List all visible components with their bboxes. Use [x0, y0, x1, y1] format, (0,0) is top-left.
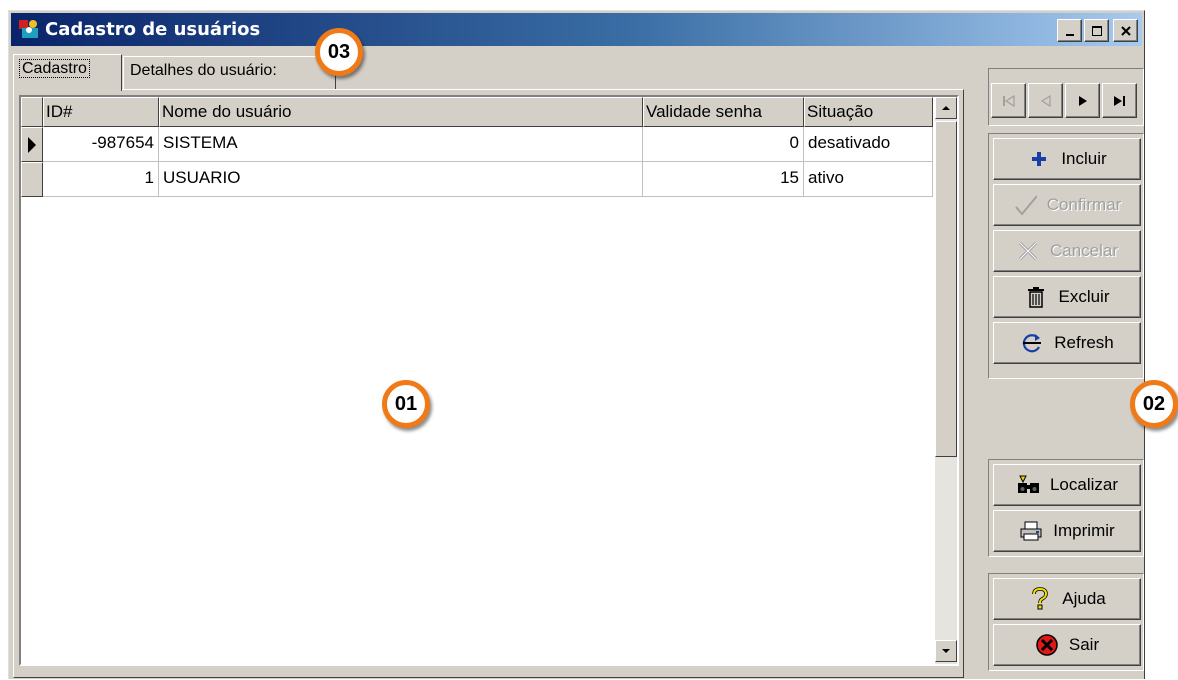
title-bar[interactable]: Cadastro de usuários	[11, 13, 1142, 46]
scroll-up-button[interactable]	[935, 97, 957, 119]
question-icon	[1028, 587, 1052, 611]
binoculars-icon	[1016, 473, 1040, 497]
refresh-button[interactable]: Refresh	[993, 322, 1141, 364]
ajuda-button[interactable]: Ajuda	[993, 578, 1141, 620]
tab-cadastro[interactable]: Cadastro	[13, 54, 122, 91]
nav-first-button[interactable]	[991, 83, 1026, 118]
cell-nome[interactable]: USUARIO	[159, 162, 643, 197]
header-validade[interactable]: Validade senha	[643, 97, 804, 127]
header-situacao[interactable]: Situação	[804, 97, 933, 127]
record-navigator	[988, 68, 1144, 126]
table-row[interactable]: 1 USUARIO 15 ativo	[21, 162, 933, 197]
scroll-down-arrow-icon	[942, 649, 950, 653]
header-nome[interactable]: Nome do usuário	[159, 97, 643, 127]
incluir-button[interactable]: Incluir	[993, 138, 1141, 180]
row-indicator[interactable]	[21, 162, 43, 197]
refresh-label: Refresh	[1054, 333, 1114, 352]
incluir-label: Incluir	[1061, 149, 1107, 168]
tab-detalhes-label: Detalhes do usuário:	[130, 62, 277, 79]
scroll-up-arrow-icon	[942, 106, 950, 110]
confirmar-button[interactable]: Confirmar	[993, 184, 1141, 226]
row-indicator[interactable]	[21, 127, 43, 162]
trash-icon	[1024, 285, 1048, 309]
prior-record-icon	[1040, 94, 1051, 107]
nav-next-button[interactable]	[1065, 83, 1100, 118]
table-row[interactable]: -987654 SISTEMA 0 desativado	[21, 127, 933, 162]
window-title: Cadastro de usuários	[45, 19, 261, 40]
cancelar-button[interactable]: Cancelar	[993, 230, 1141, 272]
localizar-button[interactable]: Localizar	[993, 464, 1141, 506]
users-grid[interactable]: ID# Nome do usuário Validade senha Situa…	[19, 95, 959, 666]
grid-body: ID# Nome do usuário Validade senha Situa…	[21, 97, 933, 664]
search-print-group: Localizar Imprimir	[988, 459, 1144, 557]
check-icon	[1013, 193, 1037, 217]
side-panel: Incluir Confirmar Cancelar Excluir Refre…	[981, 11, 1146, 680]
ajuda-label: Ajuda	[1062, 589, 1106, 608]
scroll-down-button[interactable]	[935, 640, 957, 662]
cell-validade[interactable]: 0	[643, 127, 804, 162]
localizar-label: Localizar	[1049, 475, 1119, 494]
sair-button[interactable]: Sair	[993, 624, 1141, 666]
help-exit-group: Ajuda Sair	[988, 573, 1144, 671]
nav-prior-button[interactable]	[1028, 83, 1063, 118]
header-indicator	[21, 97, 43, 127]
current-row-arrow-icon	[28, 136, 36, 153]
excluir-button[interactable]: Excluir	[993, 276, 1141, 318]
plus-icon	[1027, 147, 1051, 171]
cell-id[interactable]: -987654	[43, 127, 159, 162]
edit-actions-group: Incluir Confirmar Cancelar Excluir Refre…	[988, 133, 1144, 379]
stop-icon	[1035, 633, 1059, 657]
imprimir-button[interactable]: Imprimir	[993, 510, 1141, 552]
last-record-icon	[1113, 95, 1125, 106]
callout-02: 02	[1130, 380, 1178, 428]
header-id[interactable]: ID#	[43, 97, 159, 127]
cancel-x-icon	[1016, 239, 1040, 263]
next-record-icon	[1078, 95, 1087, 106]
grid-vertical-scrollbar[interactable]	[935, 97, 957, 664]
cell-nome[interactable]: SISTEMA	[159, 127, 643, 162]
callout-03: 03	[315, 28, 363, 76]
tab-cadastro-label: Cadastro	[19, 59, 90, 78]
cell-situacao[interactable]: ativo	[804, 162, 933, 197]
app-icon	[17, 18, 41, 40]
cell-validade[interactable]: 15	[643, 162, 804, 197]
cell-id[interactable]: 1	[43, 162, 159, 197]
cell-situacao[interactable]: desativado	[804, 127, 933, 162]
app-window: Cadastro de usuários Cadastro Detalhes d…	[8, 10, 1145, 679]
first-record-icon	[1002, 94, 1015, 107]
tab-detalhes-do-usuario[interactable]: Detalhes do usuário:	[123, 56, 336, 90]
scroll-thumb[interactable]	[935, 121, 957, 457]
excluir-label: Excluir	[1058, 287, 1110, 306]
confirmar-label: Confirmar	[1046, 195, 1122, 214]
refresh-icon	[1020, 331, 1044, 355]
grid-header: ID# Nome do usuário Validade senha Situa…	[21, 97, 933, 127]
cancelar-label: Cancelar	[1049, 241, 1119, 260]
sair-label: Sair	[1068, 635, 1100, 654]
printer-icon	[1019, 519, 1043, 543]
nav-last-button[interactable]	[1102, 83, 1137, 118]
imprimir-label: Imprimir	[1053, 521, 1115, 540]
callout-01: 01	[382, 380, 430, 428]
